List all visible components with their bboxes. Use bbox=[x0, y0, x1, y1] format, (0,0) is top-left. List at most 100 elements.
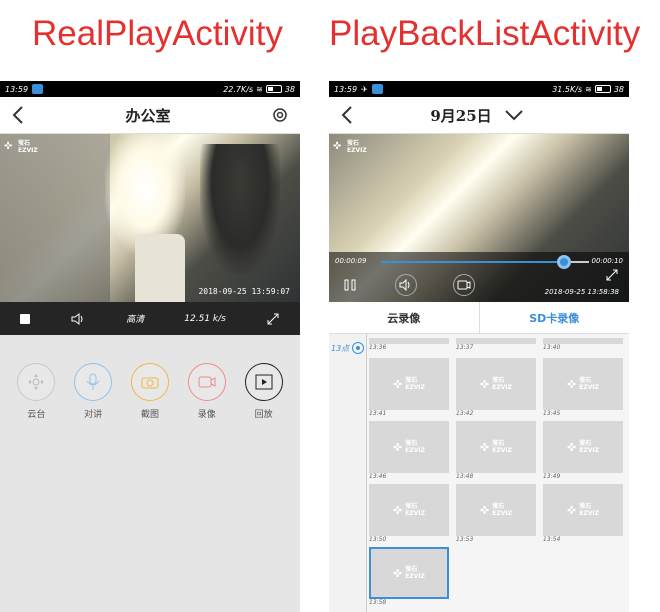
hour-marker[interactable]: 13点 bbox=[331, 342, 365, 354]
volume-icon[interactable] bbox=[70, 312, 86, 326]
ezviz-mark-icon: ✜ bbox=[567, 377, 577, 391]
clip-time: 13:36 bbox=[369, 344, 387, 351]
microphone-icon bbox=[86, 373, 100, 390]
clip-item[interactable]: ✜ 萤石 EZVIZ 13:54 bbox=[543, 484, 623, 545]
clip-item[interactable]: 13:36 bbox=[369, 338, 449, 353]
clip-time: 13:42 bbox=[456, 410, 474, 417]
status-bar: 13:59 22.7K/s ≋ 38 bbox=[0, 81, 300, 97]
ptz-icon bbox=[28, 374, 45, 390]
player-control-bar: 高清 12.51 k/s bbox=[0, 302, 300, 335]
settings-icon[interactable] bbox=[270, 105, 290, 125]
status-bar: 13:59 ✈ 31.5K/s ≋ 38 bbox=[329, 81, 629, 97]
pause-button[interactable] bbox=[339, 274, 361, 296]
current-time: 00:00:09 bbox=[335, 257, 367, 265]
clip-grid: 13:36 13:37 13:40 ✜ 萤石 EZVIZ 13:41 ✜ 萤石 EZVIZ 13:4… bbox=[369, 334, 629, 612]
playback-tabs: 云录像 SD卡录像 bbox=[329, 302, 629, 334]
record-button[interactable]: 录像 bbox=[187, 363, 226, 420]
nav-bar: 9月25日 bbox=[329, 97, 629, 134]
back-icon[interactable] bbox=[339, 105, 355, 125]
live-video[interactable]: ✜ 萤石 EZVIZ 2018-09-25 13:59:07 bbox=[0, 134, 300, 302]
bitrate-label: 12.51 k/s bbox=[184, 313, 226, 324]
capture-button[interactable]: 截图 bbox=[130, 363, 169, 420]
clip-item[interactable]: ✜ 萤石 EZVIZ 13:49 bbox=[543, 421, 623, 482]
clip-time: 13:53 bbox=[456, 536, 474, 543]
back-icon[interactable] bbox=[10, 105, 26, 125]
ezviz-mark-icon: ✜ bbox=[393, 377, 403, 391]
battery-level: 38 bbox=[613, 84, 624, 94]
clip-thumbnail: ✜ 萤石 EZVIZ bbox=[369, 358, 449, 410]
playback-button[interactable]: 回放 bbox=[244, 363, 283, 420]
net-speed: 22.7K/s bbox=[223, 84, 254, 94]
volume-button[interactable] bbox=[395, 274, 417, 296]
clip-item[interactable]: ✜ 萤石 EZVIZ 13:41 bbox=[369, 358, 449, 419]
tab-sd-recording[interactable]: SD卡录像 bbox=[478, 302, 630, 333]
clip-time: 13:46 bbox=[369, 473, 387, 480]
fullscreen-icon[interactable] bbox=[266, 312, 280, 326]
clip-thumbnail: ✜ 萤石 EZVIZ bbox=[543, 421, 623, 473]
app-notification-icon bbox=[32, 84, 44, 94]
record-clip-button[interactable] bbox=[453, 274, 475, 296]
wifi-icon: ≋ bbox=[585, 84, 592, 94]
clip-item[interactable]: ✜ 萤石 EZVIZ 13:48 bbox=[456, 421, 536, 482]
clip-time: 13:45 bbox=[543, 410, 561, 417]
ezviz-logo: ✜ 萤石 EZVIZ bbox=[4, 140, 38, 154]
tab-cloud-recording[interactable]: 云录像 bbox=[329, 302, 479, 333]
realplay-screen: 13:59 22.7K/s ≋ 38 办公室 ✜ 萤石 EZVIZ 2018-09… bbox=[0, 81, 300, 612]
clip-time: 13:41 bbox=[369, 410, 387, 417]
clip-item[interactable]: ✜ 萤石 EZVIZ 13:42 bbox=[456, 358, 536, 419]
playback-video[interactable]: ✜ 萤石 EZVIZ 00:00:09 00:00:10 2018-09-25 1… bbox=[329, 134, 629, 302]
action-row: 云台 对讲 截图 录像 回放 bbox=[0, 335, 300, 420]
app-notification-icon bbox=[371, 84, 383, 94]
progress-bar[interactable] bbox=[381, 255, 589, 269]
clip-time: 13:48 bbox=[456, 473, 474, 480]
clip-item[interactable]: ✜ 萤石 EZVIZ 13:46 bbox=[369, 421, 449, 482]
chevron-down-icon bbox=[504, 110, 523, 121]
clip-thumbnail: ✜ 萤石 EZVIZ bbox=[543, 484, 623, 536]
progress-thumb[interactable] bbox=[557, 255, 572, 269]
clip-item[interactable]: 13:37 bbox=[456, 338, 536, 353]
ptz-button[interactable]: 云台 bbox=[17, 363, 56, 420]
clip-thumbnail: ✜ 萤石 EZVIZ bbox=[369, 547, 449, 599]
clip-thumbnail: ✜ 萤石 EZVIZ bbox=[369, 421, 449, 473]
nav-bar: 办公室 bbox=[0, 97, 300, 134]
battery-level: 38 bbox=[284, 84, 295, 94]
clip-item[interactable]: ✜ 萤石 EZVIZ 13:58 bbox=[369, 547, 449, 608]
status-time: 13:59 bbox=[334, 84, 358, 94]
battery-icon bbox=[594, 85, 611, 93]
ezviz-mark-icon: ✜ bbox=[567, 440, 577, 454]
net-speed: 31.5K/s bbox=[552, 84, 583, 94]
playback-screen: 13:59 ✈ 31.5K/s ≋ 38 9月25日 ✜ 萤石 EZVIZ 00:0… bbox=[329, 81, 629, 612]
ezviz-mark-icon: ✜ bbox=[480, 440, 490, 454]
clip-thumbnail: ✜ 萤石 EZVIZ bbox=[543, 358, 623, 410]
clip-item[interactable]: ✜ 萤石 EZVIZ 13:50 bbox=[369, 484, 449, 545]
clip-item[interactable]: ✜ 萤石 EZVIZ 13:45 bbox=[543, 358, 623, 419]
clip-thumbnail: ✜ 萤石 EZVIZ bbox=[456, 358, 536, 410]
camera-icon bbox=[141, 377, 159, 389]
stop-button[interactable] bbox=[20, 313, 31, 324]
date-selector[interactable]: 9月25日 bbox=[430, 105, 523, 126]
talk-button[interactable]: 对讲 bbox=[74, 363, 113, 420]
video-record-icon bbox=[198, 376, 216, 388]
video-timestamp: 2018-09-25 13:59:07 bbox=[198, 287, 290, 296]
total-time: 00:00:10 bbox=[591, 257, 623, 265]
clip-time: 13:54 bbox=[543, 536, 561, 543]
fullscreen-icon[interactable] bbox=[605, 268, 619, 282]
clip-time: 13:58 bbox=[369, 599, 387, 606]
clip-thumbnail: ✜ 萤石 EZVIZ bbox=[456, 421, 536, 473]
airplane-icon: ✈ bbox=[361, 84, 368, 94]
ezviz-mark-icon: ✜ bbox=[393, 440, 403, 454]
playback-film-icon bbox=[255, 374, 273, 390]
clip-item[interactable]: ✜ 萤石 EZVIZ 13:53 bbox=[456, 484, 536, 545]
clip-time: 13:49 bbox=[543, 473, 561, 480]
clip-thumbnail: ✜ 萤石 EZVIZ bbox=[369, 484, 449, 536]
clip-thumbnail: ✜ 萤石 EZVIZ bbox=[456, 484, 536, 536]
wifi-icon: ≋ bbox=[256, 84, 263, 94]
ezviz-mark-icon: ✜ bbox=[480, 503, 490, 517]
clip-item[interactable]: 13:40 bbox=[543, 338, 623, 353]
hour-timeline: 13点 bbox=[329, 334, 367, 612]
status-time: 13:59 bbox=[5, 84, 29, 94]
video-record-icon bbox=[457, 280, 471, 290]
pause-icon bbox=[344, 279, 356, 291]
ezviz-mark-icon: ✜ bbox=[393, 566, 403, 580]
quality-button[interactable]: 高清 bbox=[126, 312, 144, 325]
